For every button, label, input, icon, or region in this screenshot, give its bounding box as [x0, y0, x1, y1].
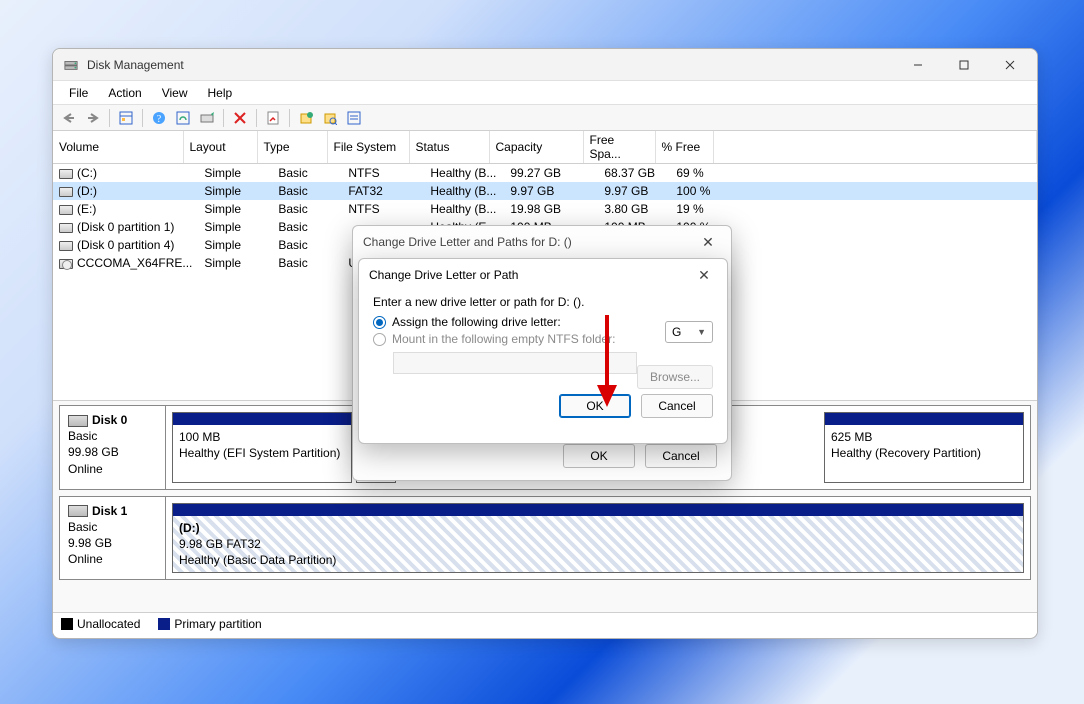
volume-row[interactable]: (C:)SimpleBasicNTFSHealthy (B...99.27 GB…: [53, 164, 1037, 182]
dialog1-ok-button[interactable]: OK: [563, 444, 635, 468]
back-icon[interactable]: [59, 108, 79, 128]
menu-help[interactable]: Help: [198, 81, 243, 104]
column-header[interactable]: Type: [257, 131, 327, 164]
legend: Unallocated Primary partition: [53, 612, 1037, 634]
drive-icon: [59, 169, 73, 179]
drive-letter-value: G: [672, 325, 681, 339]
svg-text:?: ?: [157, 114, 162, 125]
column-header[interactable]: % Free: [655, 131, 713, 164]
menu-view[interactable]: View: [152, 81, 198, 104]
legend-unallocated-label: Unallocated: [77, 617, 140, 631]
list-icon[interactable]: [344, 108, 364, 128]
partition[interactable]: 100 MBHealthy (EFI System Partition): [172, 412, 352, 483]
disk-label[interactable]: Disk 1Basic9.98 GBOnline: [60, 497, 166, 580]
window-title: Disk Management: [87, 58, 895, 72]
dialog2-title: Change Drive Letter or Path: [369, 268, 691, 282]
drive-icon: [59, 205, 73, 215]
dialog1-titlebar: Change Drive Letter and Paths for D: () …: [353, 226, 731, 258]
volume-row[interactable]: (E:)SimpleBasicNTFSHealthy (B...19.98 GB…: [53, 200, 1037, 218]
column-header[interactable]: Volume: [53, 131, 183, 164]
chevron-down-icon: ▼: [697, 327, 706, 337]
column-header[interactable]: Layout: [183, 131, 257, 164]
partition[interactable]: (D:)9.98 GB FAT32Healthy (Basic Data Par…: [172, 503, 1024, 574]
radio-mount-folder[interactable]: [373, 333, 386, 346]
delete-icon[interactable]: [230, 108, 250, 128]
disc-icon: [59, 259, 73, 269]
dialog2-close-icon[interactable]: ✕: [691, 263, 717, 287]
new-volume-icon[interactable]: [296, 108, 316, 128]
partition[interactable]: 625 MBHealthy (Recovery Partition): [824, 412, 1024, 483]
drive-icon: [59, 223, 73, 233]
drive-letter-select[interactable]: G ▼: [665, 321, 713, 343]
forward-icon[interactable]: [83, 108, 103, 128]
dialog2-titlebar: Change Drive Letter or Path ✕: [359, 259, 727, 291]
legend-swatch-unallocated: [61, 618, 73, 630]
dialog2-ok-button[interactable]: OK: [559, 394, 631, 418]
app-icon: [63, 57, 79, 73]
disk-icon: [68, 415, 88, 427]
radio-mount-folder-label: Mount in the following empty NTFS folder…: [392, 332, 615, 346]
titlebar: Disk Management: [53, 49, 1037, 81]
column-header[interactable]: File System: [327, 131, 409, 164]
disk-icon: [68, 505, 88, 517]
legend-swatch-primary: [158, 618, 170, 630]
show-hide-tree-icon[interactable]: [116, 108, 136, 128]
dialog2-cancel-button[interactable]: Cancel: [641, 394, 713, 418]
menu-file[interactable]: File: [59, 81, 98, 104]
dialog1-title: Change Drive Letter and Paths for D: (): [363, 235, 695, 249]
help-icon[interactable]: ?: [149, 108, 169, 128]
explore-icon[interactable]: [320, 108, 340, 128]
minimize-button[interactable]: [895, 49, 941, 81]
menubar: File Action View Help: [53, 81, 1037, 105]
browse-button: Browse...: [637, 365, 713, 389]
rescan-icon[interactable]: [197, 108, 217, 128]
drive-icon: [59, 241, 73, 251]
toolbar: ?: [53, 105, 1037, 131]
legend-primary-label: Primary partition: [174, 617, 261, 631]
column-header[interactable]: Free Spa...: [583, 131, 655, 164]
close-button[interactable]: [987, 49, 1033, 81]
dialog1-close-icon[interactable]: ✕: [695, 230, 721, 254]
properties-icon[interactable]: [263, 108, 283, 128]
maximize-button[interactable]: [941, 49, 987, 81]
dialog1-cancel-button[interactable]: Cancel: [645, 444, 717, 468]
column-header[interactable]: Capacity: [489, 131, 583, 164]
mount-folder-input: [393, 352, 637, 374]
change-letter-or-path-dialog: Change Drive Letter or Path ✕ Enter a ne…: [358, 258, 728, 444]
disk-label[interactable]: Disk 0Basic99.98 GBOnline: [60, 406, 166, 489]
radio-assign-letter[interactable]: [373, 316, 386, 329]
radio-assign-letter-label: Assign the following drive letter:: [392, 315, 561, 329]
column-header[interactable]: Status: [409, 131, 489, 164]
disk-row: Disk 1Basic9.98 GBOnline(D:)9.98 GB FAT3…: [59, 496, 1031, 581]
volume-row[interactable]: (D:)SimpleBasicFAT32Healthy (B...9.97 GB…: [53, 182, 1037, 200]
refresh-icon[interactable]: [173, 108, 193, 128]
drive-icon: [59, 187, 73, 197]
menu-action[interactable]: Action: [98, 81, 151, 104]
dialog2-prompt: Enter a new drive letter or path for D: …: [373, 295, 713, 309]
